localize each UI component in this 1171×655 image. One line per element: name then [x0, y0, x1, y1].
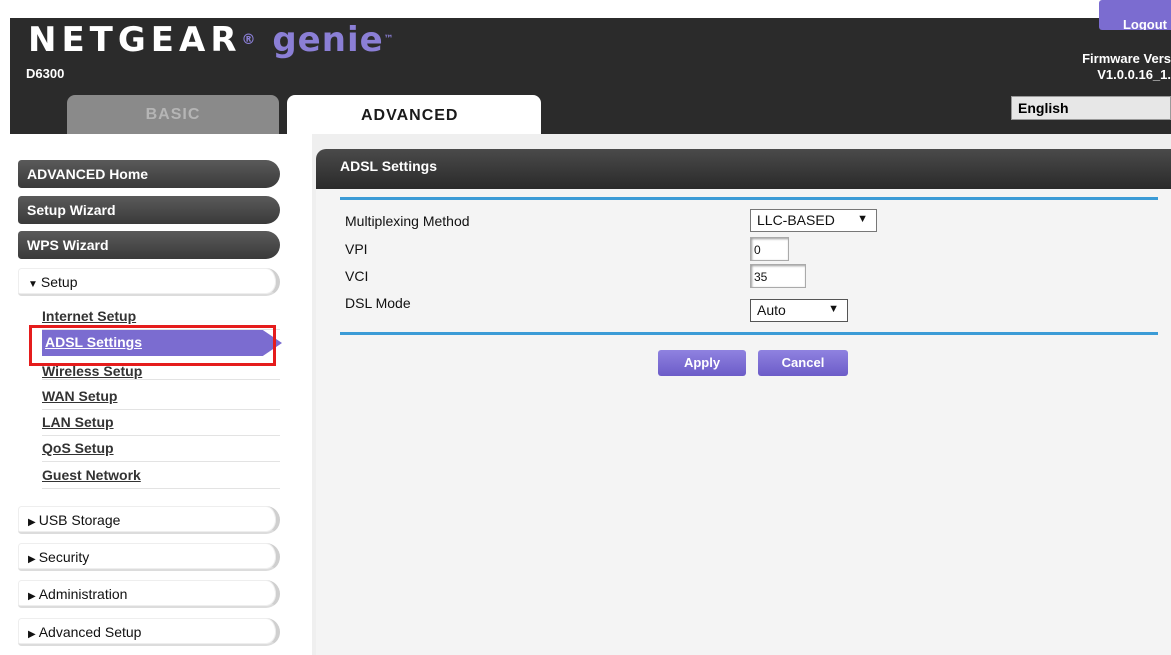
trademark-mark: ™ — [383, 34, 394, 45]
multiplexing-method-select[interactable]: LLC-BASED ▼ — [750, 209, 877, 232]
top-divider — [340, 197, 1158, 200]
sidebar-item-setup-wizard[interactable]: Setup Wizard — [18, 196, 280, 224]
triangle-down-icon: ▼ — [28, 279, 38, 290]
model-name: D6300 — [26, 66, 65, 81]
sidebar-item-advanced-setup[interactable]: ▶ Advanced Setup — [18, 618, 280, 646]
sidebar-item-label: Advanced Setup — [38, 624, 142, 640]
caret-down-icon: ▼ — [857, 213, 868, 225]
triangle-right-icon: ▶ — [28, 591, 36, 602]
multiplexing-method-label: Multiplexing Method — [345, 213, 470, 229]
sidebar-item-label: USB Storage — [38, 512, 121, 528]
sidebar-item-advanced-home[interactable]: ADVANCED Home — [18, 160, 280, 188]
sidebar-subitem-qos-setup[interactable]: QoS Setup — [42, 436, 280, 462]
product-name: genie — [272, 20, 384, 60]
multiplexing-method-value: LLC-BASED — [757, 212, 835, 228]
sidebar-subitem-wan-setup[interactable]: WAN Setup — [42, 384, 280, 410]
sidebar-item-administration[interactable]: ▶ Administration — [18, 580, 280, 608]
language-select[interactable]: English — [1011, 96, 1171, 120]
vpi-label: VPI — [345, 241, 368, 257]
netgear-genie-logo: NETGEAR® genie™ — [28, 20, 394, 60]
vci-label: VCI — [345, 268, 369, 284]
cancel-button[interactable]: Cancel — [758, 350, 848, 376]
router-admin-page: NETGEAR® genie™ D6300 Logout Firmware Ve… — [0, 0, 1171, 655]
bottom-divider — [340, 332, 1158, 335]
sidebar-item-usb-storage[interactable]: ▶ USB Storage — [18, 506, 280, 534]
sidebar-item-label: Security — [38, 549, 90, 565]
panel-title: ADSL Settings — [316, 149, 1171, 189]
logout-button[interactable]: Logout — [1099, 0, 1171, 30]
apply-button[interactable]: Apply — [658, 350, 746, 376]
triangle-right-icon: ▶ — [28, 554, 36, 565]
sidebar-item-security[interactable]: ▶ Security — [18, 543, 280, 571]
caret-down-icon: ▼ — [828, 303, 839, 315]
firmware-label: Firmware Vers — [1082, 51, 1171, 66]
selection-highlight-box — [29, 325, 276, 366]
adsl-settings-form: Multiplexing Method LLC-BASED ▼ VPI 0 VC… — [316, 189, 1171, 655]
dsl-mode-select[interactable]: Auto ▼ — [750, 299, 848, 322]
sidebar-item-label: Setup — [40, 274, 78, 290]
tab-basic[interactable]: BASIC — [67, 95, 279, 135]
firmware-version: V1.0.0.16_1. — [1097, 67, 1171, 82]
vci-input[interactable]: 35 — [750, 264, 806, 288]
triangle-right-icon: ▶ — [28, 629, 36, 640]
sidebar-item-label: Administration — [38, 586, 128, 602]
dsl-mode-value: Auto — [757, 302, 786, 318]
main-content: ADSL Settings Multiplexing Method LLC-BA… — [312, 134, 1171, 655]
sidebar-subitem-guest-network[interactable]: Guest Network — [42, 463, 280, 489]
sidebar-item-wps-wizard[interactable]: WPS Wizard — [18, 231, 280, 259]
sidebar: ADVANCED Home Setup Wizard WPS Wizard ▼ S… — [10, 134, 310, 655]
sidebar-item-setup[interactable]: ▼ Setup — [18, 268, 280, 296]
triangle-right-icon: ▶ — [28, 517, 36, 528]
dsl-mode-label: DSL Mode — [345, 295, 411, 311]
firmware-info: Firmware Vers V1.0.0.16_1. — [1061, 51, 1171, 83]
brand-name: NETGEAR — [28, 20, 242, 60]
vpi-input[interactable]: 0 — [750, 237, 789, 261]
tab-advanced[interactable]: ADVANCED — [287, 95, 541, 135]
sidebar-subitem-lan-setup[interactable]: LAN Setup — [42, 410, 280, 436]
